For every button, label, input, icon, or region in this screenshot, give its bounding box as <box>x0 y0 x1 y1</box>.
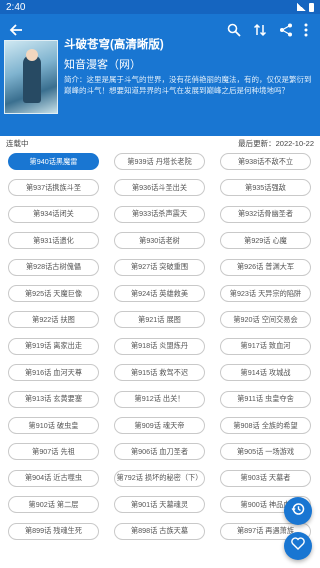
book-intro: 简介：这里是属于斗气的世界，没有花俏艳丽的魔法，有的，仅仅是繁衍到巅峰的斗气！想… <box>64 75 312 95</box>
chapter-chip[interactable]: 第921话 展图 <box>114 311 205 329</box>
chapter-chip[interactable]: 第934话闭关 <box>8 205 99 223</box>
book-cover <box>4 40 58 114</box>
chapter-chip[interactable]: 第930话老树 <box>114 232 205 250</box>
status-icons <box>297 2 314 12</box>
more-vert-icon[interactable] <box>296 20 316 40</box>
history-fab[interactable] <box>284 497 312 525</box>
chapter-chip[interactable]: 第940话黑魔雷 <box>8 153 99 170</box>
chapter-chip[interactable]: 第904话 近古噬虫 <box>8 469 99 487</box>
chapter-chip[interactable]: 第917话 致血河 <box>220 337 311 355</box>
chapter-chip[interactable]: 第909话 魂天帝 <box>114 417 205 434</box>
favorite-fab[interactable] <box>284 532 312 560</box>
battery-icon <box>309 2 314 12</box>
cover-figure-head <box>26 49 38 61</box>
chapter-chip[interactable]: 第907话 先祖 <box>8 443 99 461</box>
chapter-chip[interactable]: 第926话 普渊大军 <box>220 258 311 276</box>
chapter-chip[interactable]: 第922话 扶图 <box>8 311 99 329</box>
chapter-chip[interactable]: 第938话不敌不立 <box>220 153 311 170</box>
book-title: 斗破苍穹(高清晰版) <box>64 39 164 51</box>
status-time: 2:40 <box>6 1 26 13</box>
chapter-chip[interactable]: 第923话 天异宗的陷阱 <box>220 285 311 302</box>
status-bar: 2:40 <box>0 0 320 14</box>
chapter-chip[interactable]: 第914话 攻城战 <box>220 364 311 382</box>
chapter-chip[interactable]: 第912话 出关！ <box>114 390 205 408</box>
arrow-back-icon[interactable] <box>6 20 26 40</box>
history-icon <box>291 502 305 521</box>
search-icon[interactable] <box>224 20 244 40</box>
chapter-chip[interactable]: 第929话 心魔 <box>220 232 311 250</box>
chapter-chip[interactable]: 第902话 第二层 <box>8 496 99 514</box>
cover-figure <box>23 55 41 103</box>
book-author: 知音漫客（网） <box>64 59 141 71</box>
chapter-chip[interactable]: 第932话骨幽圣者 <box>220 205 311 223</box>
chapter-chip[interactable]: 第899话 残魂生死 <box>8 522 99 540</box>
chapter-chip[interactable]: 第911话 虫皇夺舍 <box>220 390 311 408</box>
chapter-chip[interactable]: 第936话斗圣出关 <box>114 179 205 197</box>
chapter-chip[interactable]: 第928话古树傀儡 <box>8 258 99 276</box>
sort-icon[interactable] <box>250 20 270 40</box>
signal-icon <box>297 3 306 11</box>
info-row: 连载中 最后更新：2022-10-22 <box>0 136 320 150</box>
chapter-chip[interactable]: 第920话 空间交易会 <box>220 311 311 329</box>
chapter-chip[interactable]: 第924话 英雄救美 <box>114 285 205 302</box>
chapter-chip[interactable]: 第910话 破虫皇 <box>8 417 99 434</box>
chapter-chip[interactable]: 第927话 突破重围 <box>114 258 205 276</box>
chapter-chip[interactable]: 第792话 损坏的秘密（下） <box>114 469 205 487</box>
chapter-chip[interactable]: 第916话 血河天尊 <box>8 364 99 382</box>
share-icon[interactable] <box>276 20 296 40</box>
chapter-chip[interactable]: 第901话 天墓魂灵 <box>114 496 205 514</box>
chapter-chip[interactable]: 第925话 天魔巨像 <box>8 285 99 302</box>
chapter-chip[interactable]: 第931话遗化 <box>8 232 99 250</box>
chapter-chip[interactable]: 第908话 全族的希望 <box>220 417 311 434</box>
chapter-chip[interactable]: 第915话 救驾不迟 <box>114 364 205 382</box>
chapter-chip[interactable]: 第905话 一场游戏 <box>220 443 311 461</box>
book-header: 斗破苍穹(高清晰版) 知音漫客（网） 简介：这里是属于斗气的世界，没有花俏艳丽的… <box>0 14 320 136</box>
favorite-icon <box>291 537 305 555</box>
chapter-chip[interactable]: 第906话 血刀圣者 <box>114 443 205 461</box>
chapter-chip[interactable]: 第918话 炎盟炼丹 <box>114 337 205 355</box>
serial-status: 连载中 <box>6 138 29 148</box>
chapter-chip[interactable]: 第913话 玄黄要塞 <box>8 390 99 408</box>
chapter-chip[interactable]: 第903话 天墓者 <box>220 469 311 487</box>
chapter-chip[interactable]: 第935话强敌 <box>220 179 311 197</box>
chapter-chip[interactable]: 第898话 古族天墓 <box>114 522 205 540</box>
chapter-chip[interactable]: 第933话杀声震天 <box>114 205 205 223</box>
chapter-chip[interactable]: 第939话 丹塔长老院 <box>114 153 205 170</box>
last-updated: 最后更新：2022-10-22 <box>238 138 314 148</box>
chapter-chip[interactable]: 第919话 离家出走 <box>8 337 99 355</box>
chapter-chip[interactable]: 第937话携族斗圣 <box>8 179 99 197</box>
